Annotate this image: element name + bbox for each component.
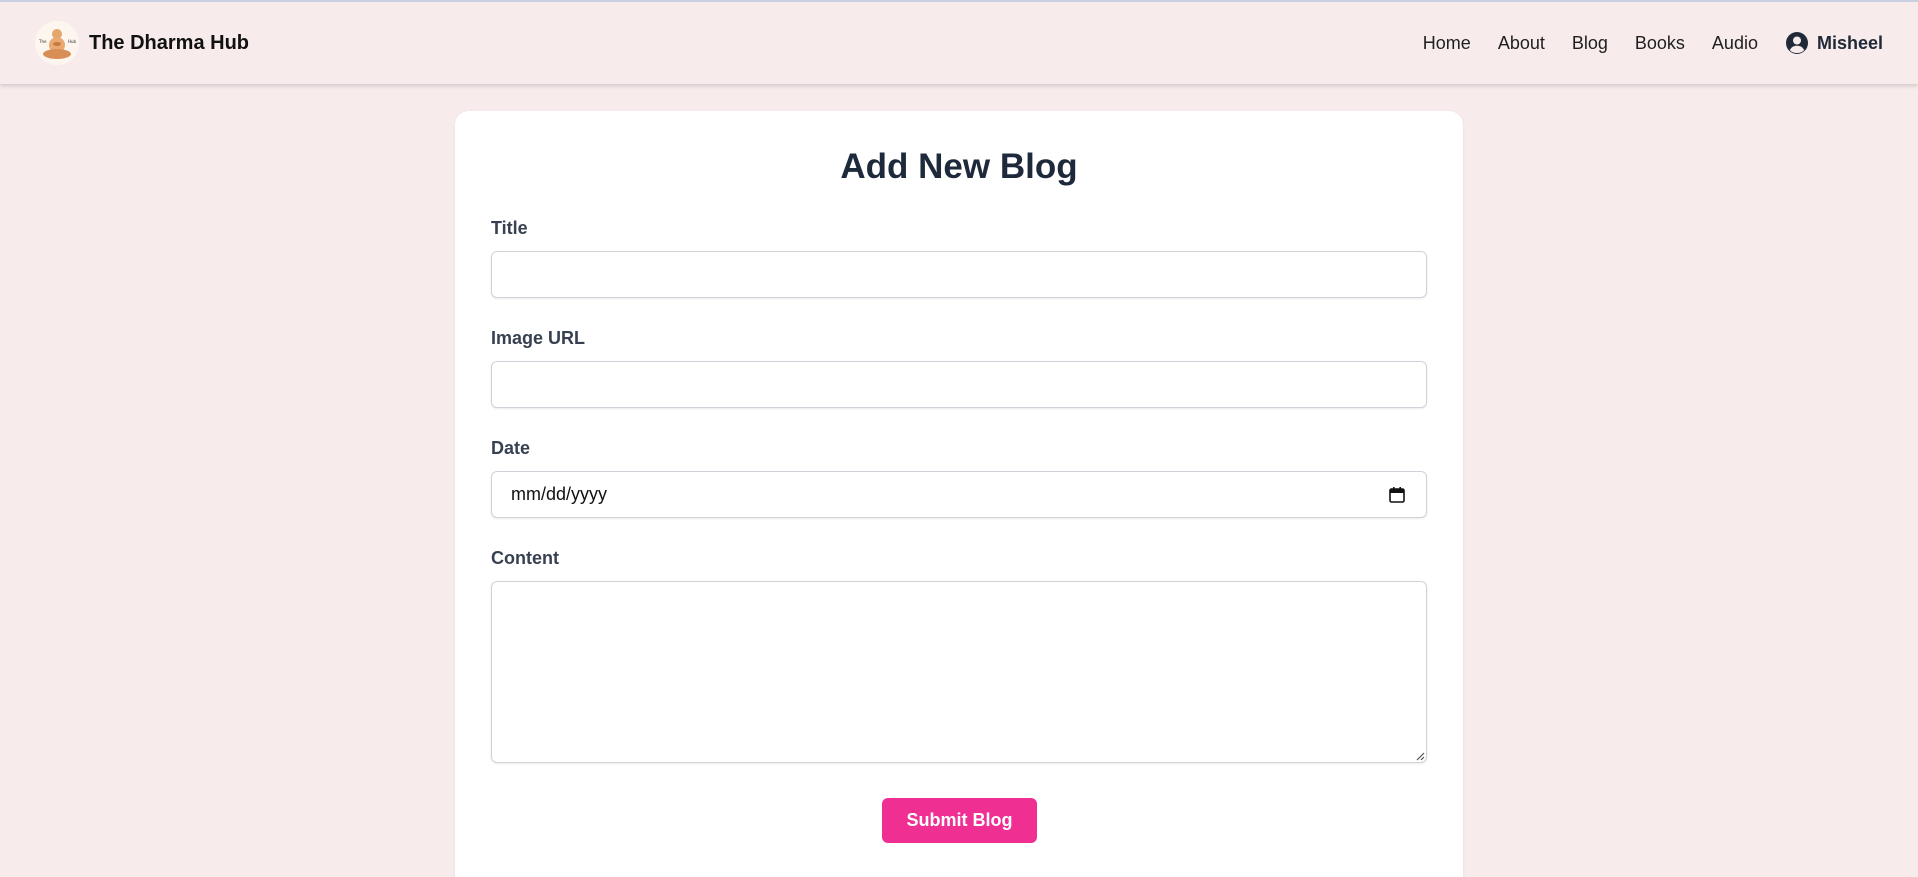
image-url-input[interactable] (491, 361, 1427, 408)
nav-link-books[interactable]: Books (1635, 33, 1685, 54)
page-title: Add New Blog (840, 147, 1078, 186)
main-nav: Home About Blog Books Audio Misheel (1423, 31, 1883, 55)
title-label: Title (491, 218, 528, 238)
svg-text:Hub: Hub (68, 39, 77, 44)
user-name: Misheel (1816, 32, 1883, 53)
brand-name: The Dharma Hub (89, 31, 250, 54)
navbar: The Hub The Dharma Hub Home About Blog B… (0, 2, 1918, 84)
meditating-buddha-logo-icon: The Hub (35, 21, 79, 65)
date-placeholder: mm/dd/yyyy (511, 484, 608, 504)
nav-link-about[interactable]: About (1498, 33, 1545, 54)
image-url-label: Image URL (491, 328, 586, 348)
content-textarea[interactable] (491, 581, 1427, 763)
content-label: Content (491, 548, 559, 568)
calendar-icon[interactable] (1388, 486, 1406, 504)
user-menu[interactable]: Misheel (1785, 31, 1883, 55)
date-label: Date (491, 438, 531, 458)
brand[interactable]: The Hub The Dharma Hub (35, 21, 249, 65)
nav-link-blog[interactable]: Blog (1572, 33, 1608, 54)
title-input[interactable] (491, 251, 1427, 298)
submit-blog-button[interactable]: Submit Blog (882, 798, 1037, 843)
user-circle-icon (1785, 32, 1808, 54)
nav-link-home[interactable]: Home (1423, 33, 1471, 54)
add-blog-card: Add New Blog Title Image URL Date mm/dd/… (455, 111, 1463, 877)
date-input[interactable]: mm/dd/yyyy (491, 471, 1427, 518)
svg-text:The: The (38, 39, 47, 44)
nav-link-audio[interactable]: Audio (1712, 33, 1758, 54)
resize-handle-icon[interactable] (1415, 751, 1425, 761)
